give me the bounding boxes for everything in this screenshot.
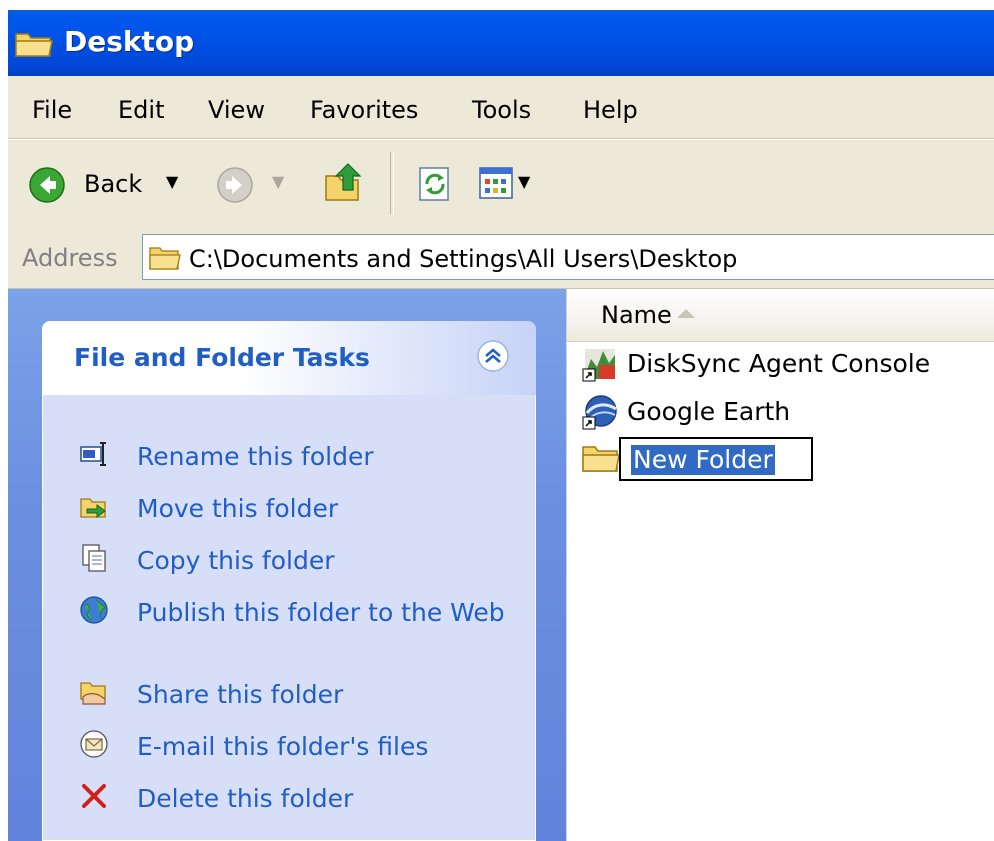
email-icon [79,729,109,759]
menu-tools[interactable]: Tools [472,96,531,124]
toolbar: Back ▼ ▼ ▼ [8,139,994,229]
back-label: Back [84,170,143,198]
task-label: Rename this folder [137,442,374,471]
copy-icon [79,543,109,573]
address-label: Address [22,244,118,272]
address-field[interactable]: C:\Documents and Settings\All Users\Desk… [142,234,994,280]
menu-file[interactable]: File [32,96,72,124]
menu-favorites[interactable]: Favorites [310,96,418,124]
task-label: E-mail this folder's files [137,732,429,761]
views-grid-icon [478,167,514,204]
collapse-chevron-icon[interactable] [476,339,510,373]
column-header-label: Name [601,301,672,329]
rename-selected-text: New Folder [631,445,775,475]
globe-icon [79,595,109,625]
folder-icon [14,28,54,64]
task-label: Share this folder [137,680,344,709]
sort-ascending-icon [675,305,697,324]
folder-icon [581,441,621,479]
up-folder-icon [322,163,366,208]
panel-body: Rename this folder Move this folder Copy… [42,395,536,841]
menu-bar: File Edit View Favorites Tools Help [8,76,994,139]
file-item-google-earth[interactable]: Google Earth [581,393,994,433]
back-button[interactable]: Back ▼ [28,166,178,208]
task-label: Copy this folder [137,546,335,575]
column-header-name[interactable]: Name [567,289,994,342]
window-title: Desktop [64,25,195,58]
rename-input[interactable]: New Folder [619,437,813,481]
forward-button[interactable]: ▼ [216,166,284,208]
panel-header[interactable]: File and Folder Tasks [42,321,536,395]
menu-view[interactable]: View [208,96,265,124]
task-pane: File and Folder Tasks Rename this folder… [8,289,566,841]
up-folder-button[interactable] [322,160,366,208]
address-bar: Address C:\Documents and Settings\All Us… [8,228,994,289]
share-icon [79,677,109,707]
file-list: Name DiskSync Agent Console Google Earth… [566,289,994,841]
task-label: Move this folder [137,494,339,523]
forward-dropdown-icon[interactable]: ▼ [272,172,284,191]
panel-title: File and Folder Tasks [74,343,370,372]
move-icon [79,491,109,521]
file-folder-tasks-panel: File and Folder Tasks Rename this folder… [42,321,536,841]
rename-icon [79,439,109,469]
task-label: Delete this folder [137,784,354,813]
forward-arrow-icon [216,167,254,208]
address-path: C:\Documents and Settings\All Users\Desk… [189,245,738,273]
file-item-disksync[interactable]: DiskSync Agent Console [581,345,994,385]
back-arrow-icon [28,167,66,208]
title-bar[interactable]: Desktop [8,10,994,76]
views-button[interactable]: ▼ [478,166,530,204]
file-name: DiskSync Agent Console [627,349,931,378]
task-label: Publish this folder to the Web [137,598,505,627]
file-name: Google Earth [627,397,791,426]
file-item-new-folder[interactable]: New Folder [581,437,994,481]
folder-icon [149,244,181,276]
disksync-shortcut-icon [581,345,619,387]
refresh-icon [418,167,452,206]
refresh-button[interactable] [418,166,452,206]
google-earth-shortcut-icon [581,393,619,435]
menu-edit[interactable]: Edit [118,96,164,124]
explorer-window: Desktop File Edit View Favorites Tools H… [8,0,994,841]
menu-help[interactable]: Help [583,96,638,124]
back-dropdown-icon[interactable]: ▼ [166,172,178,191]
delete-icon [79,781,109,811]
toolbar-separator [390,152,394,214]
views-dropdown-icon[interactable]: ▼ [518,172,530,191]
